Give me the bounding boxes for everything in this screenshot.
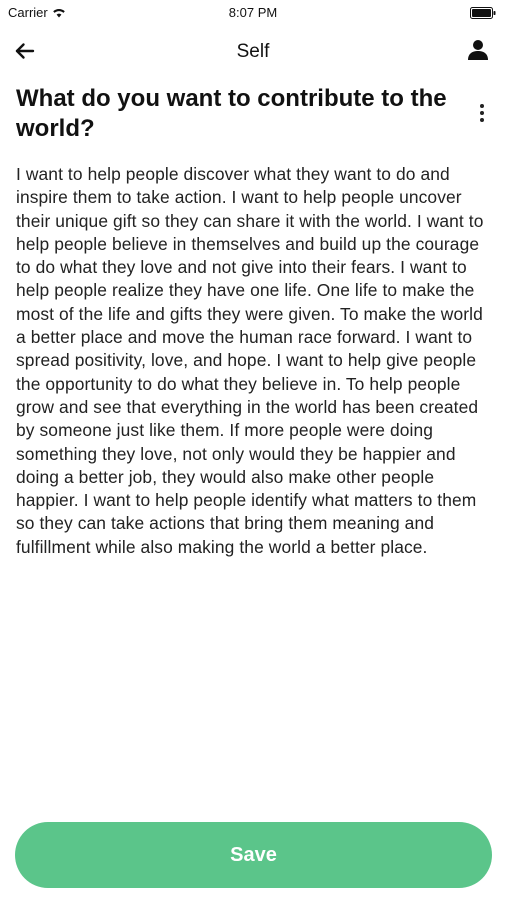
question-title: What do you want to contribute to the wo… xyxy=(16,85,447,142)
more-vertical-icon[interactable] xyxy=(472,100,492,128)
status-time: 8:07 PM xyxy=(228,5,278,20)
answer-text: I want to help people discover what they… xyxy=(16,164,484,557)
page-title: Self xyxy=(236,41,270,62)
battery-icon xyxy=(470,7,496,19)
save-button[interactable]: Save xyxy=(15,822,492,888)
navigation-bar: Self xyxy=(0,30,506,74)
person-icon[interactable] xyxy=(466,38,490,62)
status-bar: Carrier 8:07 PM xyxy=(0,0,506,26)
